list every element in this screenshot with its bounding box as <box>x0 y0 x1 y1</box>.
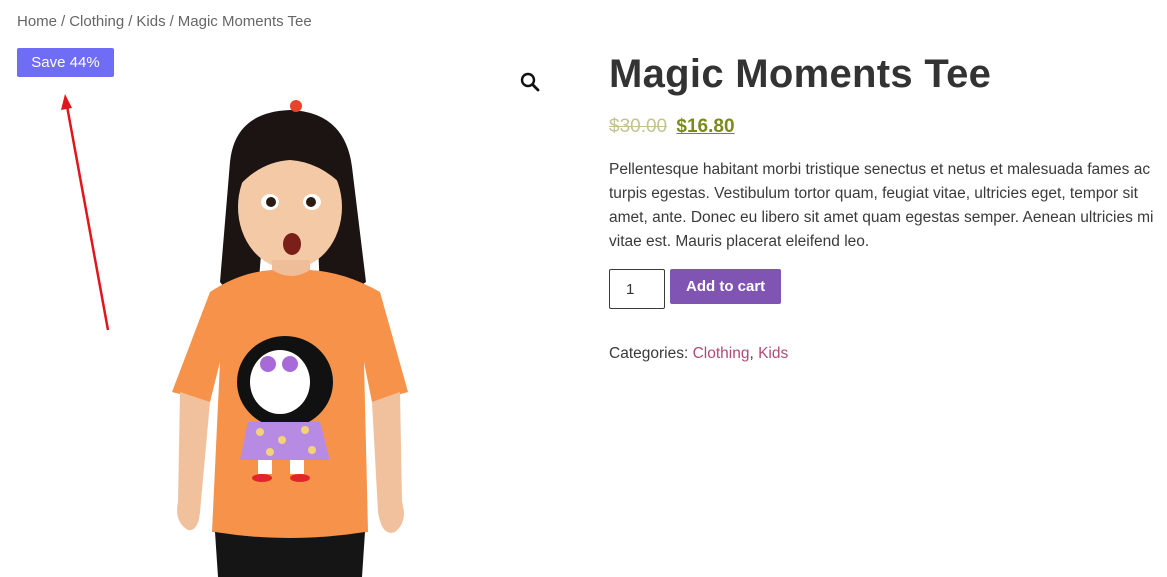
breadcrumb-separator: / <box>61 13 66 30</box>
sale-badge: Save 44% <box>17 48 114 77</box>
product-description: Pellentesque habitant morbi tristique se… <box>609 161 1154 250</box>
category-link-kids[interactable]: Kids <box>758 345 788 362</box>
product-categories: Categories: Clothing, Kids <box>609 345 1161 363</box>
category-separator: , <box>749 345 754 362</box>
product-page: Home / Clothing / Kids / Magic Moments Tee Sav… <box>0 0 1167 577</box>
price: $30.00 $16.80 <box>609 114 1161 140</box>
zoom-button[interactable] <box>514 66 546 98</box>
breadcrumb: Home / Clothing / Kids / Magic Moments Tee <box>17 13 312 30</box>
add-to-cart-form: Add to cart <box>609 269 1161 309</box>
product-summary: Magic Moments Tee $30.00 $16.80 Pellente… <box>609 50 1161 363</box>
breadcrumb-home[interactable]: Home <box>17 13 57 30</box>
annotation-arrow <box>61 94 110 331</box>
breadcrumb-separator: / <box>128 13 133 30</box>
regular-price: $30.00 <box>609 116 668 137</box>
breadcrumb-separator: / <box>169 13 174 30</box>
category-link-clothing[interactable]: Clothing <box>693 345 750 362</box>
breadcrumb-kids[interactable]: Kids <box>136 13 165 30</box>
breadcrumb-current: Magic Moments Tee <box>177 13 312 30</box>
magnifier-icon <box>520 72 540 92</box>
categories-label: Categories: <box>609 345 689 362</box>
quantity-input[interactable] <box>609 269 665 309</box>
product-title: Magic Moments Tee <box>609 52 992 96</box>
product-image[interactable] <box>140 92 440 577</box>
sale-price: $16.80 <box>676 116 735 137</box>
add-to-cart-button[interactable]: Add to cart <box>670 269 782 304</box>
breadcrumb-clothing[interactable]: Clothing <box>69 13 124 30</box>
